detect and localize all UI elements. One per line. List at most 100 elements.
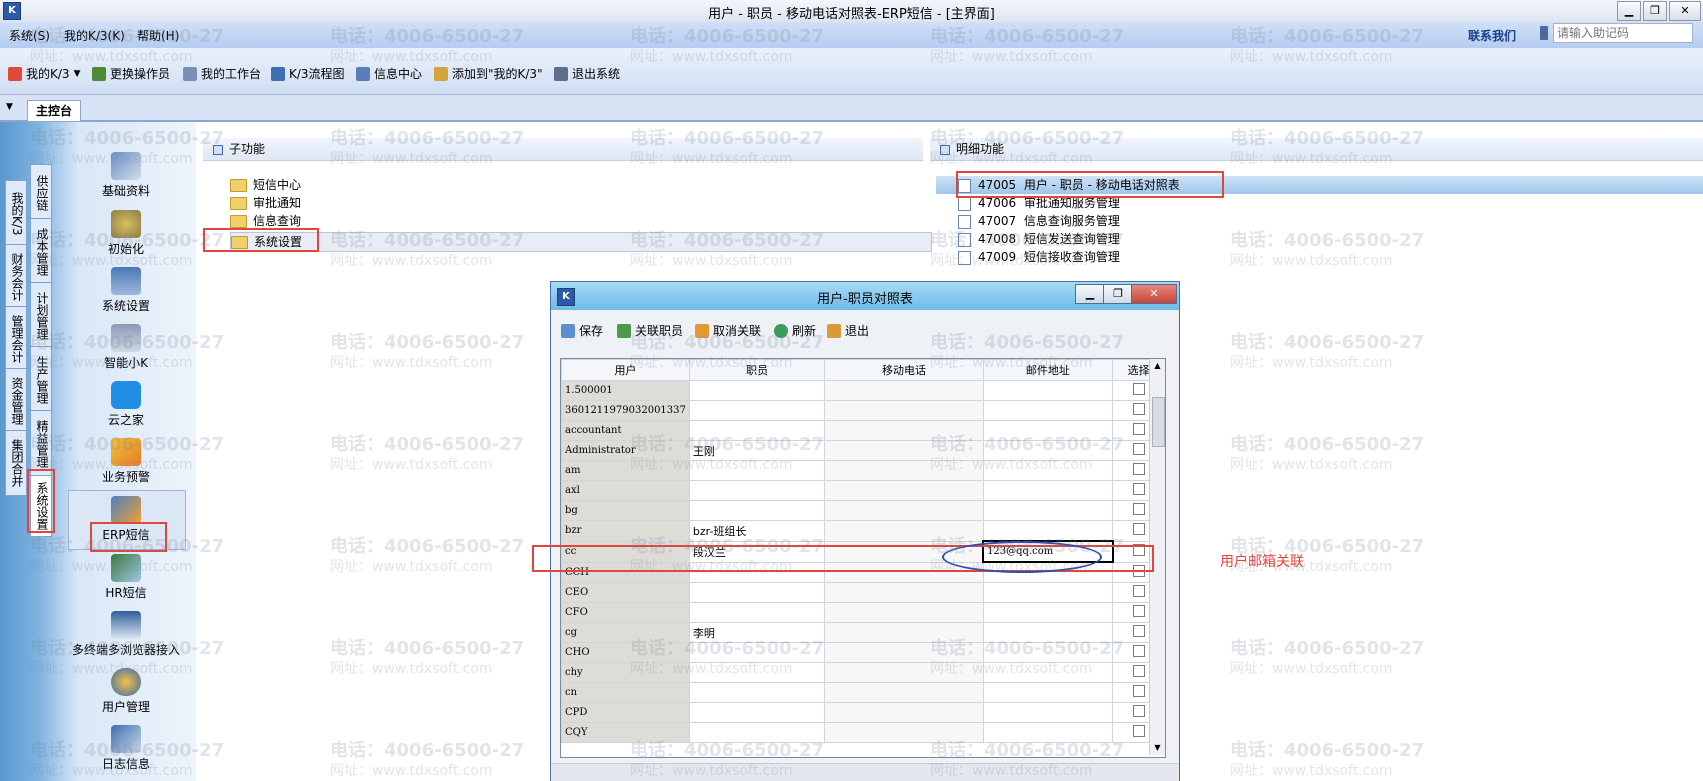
vtab-financial-accounting[interactable]: 财务会计 xyxy=(5,244,27,310)
cell-email[interactable] xyxy=(982,520,1114,542)
cell-mobile[interactable] xyxy=(824,440,984,461)
vtab-planning-management[interactable]: 计划管理 xyxy=(30,282,52,350)
vtab-cost-management[interactable]: 成本管理 xyxy=(30,218,52,286)
dialog-refresh-button[interactable]: 刷新 xyxy=(774,322,816,339)
maximize-button[interactable]: ❐ xyxy=(1643,1,1667,21)
cell-mobile[interactable] xyxy=(824,520,984,542)
cell-email[interactable] xyxy=(982,480,1114,501)
cell-mobile[interactable] xyxy=(824,400,984,421)
cell-email[interactable] xyxy=(982,602,1114,623)
cell-email[interactable] xyxy=(982,662,1114,683)
dialog-save-button[interactable]: 保存 xyxy=(561,322,603,339)
table-row[interactable]: CHO xyxy=(561,642,1165,663)
select-checkbox[interactable] xyxy=(1132,685,1145,697)
cell-employee[interactable] xyxy=(688,662,826,683)
select-checkbox[interactable] xyxy=(1132,625,1145,637)
table-row[interactable]: am xyxy=(561,460,1165,481)
cell-employee[interactable] xyxy=(688,722,826,743)
nav-cloud-home[interactable]: 云之家 xyxy=(66,381,186,428)
table-row[interactable]: CFO xyxy=(561,602,1165,623)
cell-email[interactable] xyxy=(982,682,1114,703)
contact-us-link[interactable]: 联系我们 xyxy=(1468,27,1516,44)
table-row[interactable]: bg xyxy=(561,500,1165,521)
table-row[interactable]: CEO xyxy=(561,582,1165,603)
select-checkbox[interactable] xyxy=(1132,665,1145,677)
cell-email[interactable] xyxy=(982,582,1114,603)
cell-mobile[interactable] xyxy=(824,722,984,743)
cell-email[interactable] xyxy=(982,460,1114,481)
toolbar-my-k3[interactable]: 我的K/3 ▼ xyxy=(8,65,80,82)
toolbar-my-workbench[interactable]: 我的工作台 xyxy=(183,65,261,82)
scroll-thumb[interactable] xyxy=(1152,397,1165,447)
table-row[interactable]: 3601211979032001337 xyxy=(561,400,1165,421)
cell-mobile[interactable] xyxy=(824,622,984,643)
cell-employee[interactable] xyxy=(688,602,826,623)
cell-employee[interactable] xyxy=(688,582,826,603)
subfunc-system-settings[interactable]: 系统设置 xyxy=(230,232,932,252)
nav-smart-k[interactable]: 智能小K xyxy=(66,324,186,371)
nav-business-alert[interactable]: 业务预警 xyxy=(66,438,186,485)
toolbar-change-operator[interactable]: 更换操作员 xyxy=(92,65,170,82)
vtab-my-k3[interactable]: 我的K/3 xyxy=(5,180,27,248)
cell-employee[interactable] xyxy=(688,642,826,663)
cell-employee[interactable] xyxy=(688,460,826,481)
select-checkbox[interactable] xyxy=(1132,423,1145,435)
toolbar-add-to-my-k3[interactable]: 添加到"我的K/3" xyxy=(434,65,543,82)
menu-system[interactable]: 系统(S) xyxy=(9,27,50,44)
table-row[interactable]: chy xyxy=(561,662,1165,683)
cell-mobile[interactable] xyxy=(824,420,984,441)
select-checkbox[interactable] xyxy=(1132,523,1145,536)
cell-employee[interactable]: 王刚 xyxy=(688,440,826,461)
toolbar-k3-flowchart[interactable]: K/3流程图 xyxy=(271,65,345,82)
cell-email[interactable] xyxy=(982,500,1114,521)
cell-mobile[interactable] xyxy=(824,662,984,683)
cell-email[interactable] xyxy=(982,642,1114,663)
cell-employee[interactable] xyxy=(688,682,826,703)
select-checkbox[interactable] xyxy=(1132,483,1145,495)
cell-employee[interactable] xyxy=(688,500,826,521)
dialog-minimize-button[interactable]: ▁ xyxy=(1075,284,1105,304)
cell-mobile[interactable] xyxy=(824,682,984,703)
cell-mobile[interactable] xyxy=(824,380,984,401)
select-checkbox[interactable] xyxy=(1132,725,1145,737)
cell-employee[interactable] xyxy=(688,380,826,401)
cell-mobile[interactable] xyxy=(824,642,984,663)
vtab-group-consolidation[interactable]: 集团合并 xyxy=(5,430,27,496)
nav-log-info[interactable]: 日志信息 xyxy=(66,725,186,772)
mnemonic-search-input[interactable] xyxy=(1553,23,1693,43)
cell-email[interactable] xyxy=(982,440,1114,461)
vtab-management-accounting[interactable]: 管理会计 xyxy=(5,306,27,372)
cell-email[interactable] xyxy=(982,420,1114,441)
nav-system-settings[interactable]: 系统设置 xyxy=(66,267,186,314)
cell-mobile[interactable] xyxy=(824,480,984,501)
select-checkbox[interactable] xyxy=(1132,645,1145,657)
nav-user-management[interactable]: 用户管理 xyxy=(66,668,186,715)
subfunc-info-query[interactable]: 信息查询 xyxy=(230,212,932,230)
toolbar-info-center[interactable]: 信息中心 xyxy=(356,65,422,82)
cell-email[interactable] xyxy=(982,380,1114,401)
select-checkbox[interactable] xyxy=(1132,383,1145,395)
tab-menu-chevron-icon[interactable]: ▼ xyxy=(6,102,13,112)
table-row[interactable]: Administrator 王刚 xyxy=(561,440,1165,461)
cell-employee[interactable] xyxy=(688,400,826,421)
vtab-lean-management[interactable]: 精益管理 xyxy=(30,410,52,478)
table-row[interactable]: axl xyxy=(561,480,1165,501)
cell-email[interactable] xyxy=(982,622,1114,643)
cell-mobile[interactable] xyxy=(824,460,984,481)
table-row[interactable]: CQY xyxy=(561,722,1165,743)
select-checkbox[interactable] xyxy=(1132,585,1145,597)
col-header-email[interactable]: 邮件地址 xyxy=(982,359,1114,381)
dialog-unlink-button[interactable]: 取消关联 xyxy=(695,322,761,339)
vtab-fund-management[interactable]: 资金管理 xyxy=(5,368,27,434)
cell-mobile[interactable] xyxy=(824,500,984,521)
nav-multi-terminal[interactable]: 多终端多浏览器接入 xyxy=(66,611,186,658)
minimize-button[interactable]: ▁ xyxy=(1617,1,1641,21)
cell-employee[interactable] xyxy=(688,702,826,723)
table-row[interactable]: 1.500001 xyxy=(561,380,1165,401)
select-checkbox[interactable] xyxy=(1132,403,1145,415)
menu-help[interactable]: 帮助(H) xyxy=(137,27,179,44)
cell-mobile[interactable] xyxy=(824,702,984,723)
table-row[interactable]: cn xyxy=(561,682,1165,703)
table-row[interactable]: cg 李明 xyxy=(561,622,1165,643)
table-row[interactable]: CPD xyxy=(561,702,1165,723)
